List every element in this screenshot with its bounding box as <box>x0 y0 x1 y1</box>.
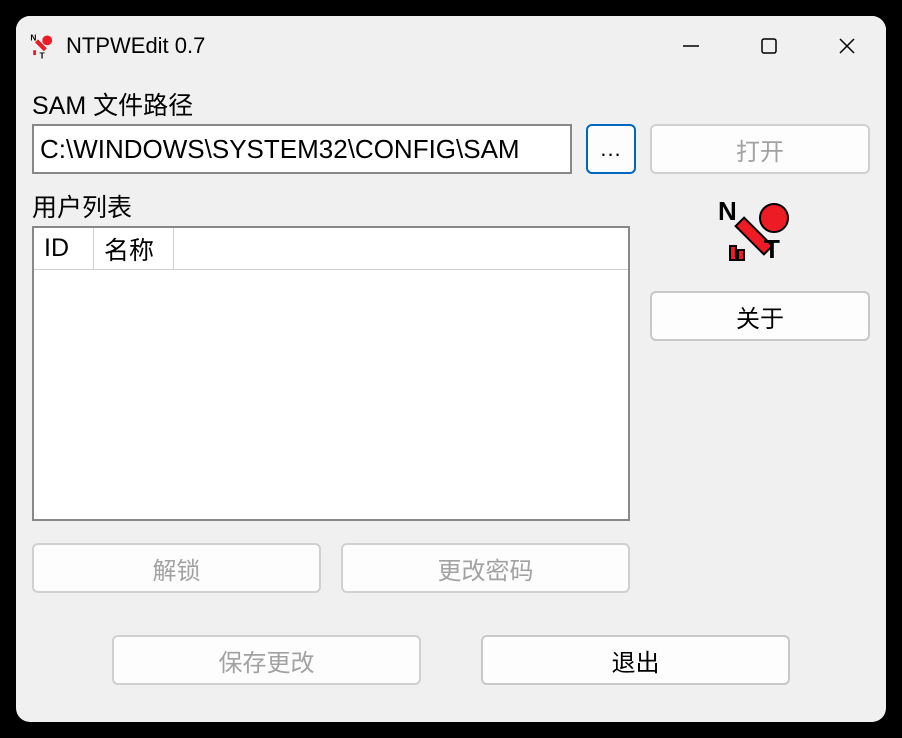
sam-path-input[interactable] <box>32 124 572 174</box>
bottom-row: 保存更改 退出 <box>32 635 870 685</box>
app-logo-icon: N T <box>716 196 804 277</box>
window-controls <box>652 16 886 76</box>
listview-body[interactable] <box>34 270 628 519</box>
path-row: ... <box>32 124 636 174</box>
userlist-label: 用户列表 <box>32 188 630 224</box>
open-button[interactable]: 打开 <box>650 124 870 174</box>
column-header-name[interactable]: 名称 <box>94 228 174 269</box>
unlock-button[interactable]: 解锁 <box>32 543 321 593</box>
svg-text:T: T <box>764 234 780 264</box>
client-area: SAM 文件路径 ... 打开 用户列表 ID 名称 解 <box>16 76 886 701</box>
browse-button[interactable]: ... <box>586 124 636 174</box>
change-password-button[interactable]: 更改密码 <box>341 543 630 593</box>
maximize-button[interactable] <box>730 16 808 76</box>
app-window: N T NTPWEdit 0.7 SAM 文件路径 ... <box>16 16 886 722</box>
user-action-row: 解锁 更改密码 <box>32 543 630 593</box>
window-title: NTPWEdit 0.7 <box>66 33 205 59</box>
svg-text:N: N <box>718 196 737 226</box>
right-column: N T 关于 <box>650 188 870 593</box>
svg-text:N: N <box>30 32 36 42</box>
app-icon: N T <box>28 31 58 61</box>
save-changes-button[interactable]: 保存更改 <box>112 635 421 685</box>
left-column: 用户列表 ID 名称 解锁 更改密码 <box>32 188 630 593</box>
sam-path-label: SAM 文件路径 <box>32 86 636 122</box>
svg-text:T: T <box>40 51 46 60</box>
main-row: 用户列表 ID 名称 解锁 更改密码 <box>32 188 870 593</box>
minimize-button[interactable] <box>652 16 730 76</box>
about-button[interactable]: 关于 <box>650 291 870 341</box>
user-listview[interactable]: ID 名称 <box>32 226 630 521</box>
close-button[interactable] <box>808 16 886 76</box>
exit-button[interactable]: 退出 <box>481 635 790 685</box>
listview-header: ID 名称 <box>34 228 628 270</box>
sam-left: SAM 文件路径 ... <box>32 86 636 174</box>
column-header-id[interactable]: ID <box>34 228 94 269</box>
titlebar: N T NTPWEdit 0.7 <box>16 16 886 76</box>
sam-section: SAM 文件路径 ... 打开 <box>32 86 870 174</box>
